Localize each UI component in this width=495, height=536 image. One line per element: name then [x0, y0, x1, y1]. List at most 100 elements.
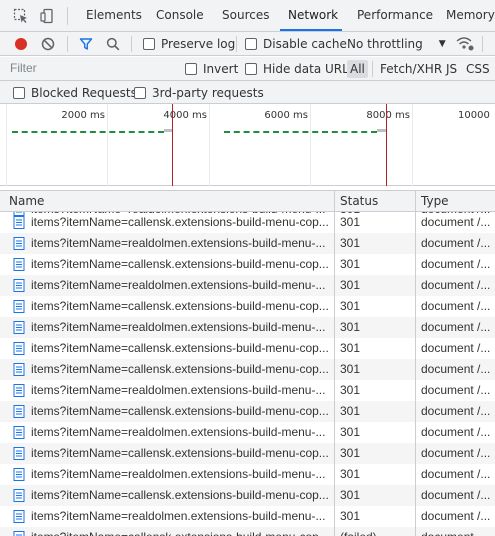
table-row[interactable]: items?itemName=callensk.extensions-build… — [0, 254, 495, 275]
table-row[interactable]: items?itemName=callensk.extensions-build… — [0, 212, 495, 233]
overview-gridline — [412, 104, 413, 186]
tab-elements[interactable]: Elements — [86, 0, 142, 31]
row-name: items?itemName=callensk.extensions-build… — [31, 404, 329, 418]
filter-bar: Invert Hide data URLs All Fetch/XHR JS C… — [0, 57, 495, 81]
row-type: document — [421, 527, 493, 536]
row-type: document /... — [421, 215, 491, 229]
document-icon — [13, 447, 25, 460]
overview-request-bar — [12, 131, 164, 133]
row-status: 301 — [340, 299, 361, 313]
type-filter-css[interactable]: CSS — [463, 60, 493, 78]
overview-tick-label: 8000 ms — [366, 110, 410, 121]
disable-cache-box[interactable] — [245, 38, 257, 50]
timeline-overview[interactable]: 2000 ms 4000 ms 6000 ms 8000 ms 10000 — [0, 104, 495, 186]
hide-data-urls-box[interactable] — [245, 63, 257, 75]
row-name: items?itemName=realdolmen.extensions-bui… — [31, 467, 326, 481]
device-toolbar-icon[interactable] — [39, 8, 55, 24]
type-filter-fetch-xhr[interactable]: Fetch/XHR — [377, 60, 445, 78]
row-status: 301 — [340, 488, 361, 502]
row-status: 301 — [340, 236, 361, 250]
third-party-checkbox[interactable]: 3rd-party requests — [134, 85, 264, 101]
document-icon — [13, 216, 25, 229]
load-event-marker — [386, 104, 387, 186]
column-header-status[interactable]: Status — [335, 191, 378, 212]
row-name: items?itemName=realdolmen.extensions-bui… — [31, 320, 326, 334]
search-icon[interactable] — [106, 37, 120, 54]
overview-tick-label: 2000 ms — [61, 110, 105, 121]
inspect-element-icon[interactable] — [13, 8, 29, 24]
row-name: items?itemName=callensk.extensions-build… — [31, 257, 329, 271]
blocked-requests-label: Blocked Requests — [31, 86, 137, 100]
type-filter-all[interactable]: All — [347, 60, 368, 78]
column-divider[interactable] — [334, 190, 335, 536]
overview-gridline — [6, 104, 7, 186]
table-row[interactable]: items?itemName=realdolmen.extensions-bui… — [0, 422, 495, 443]
table-row[interactable]: items?itemName=realdolmen.extensions-bui… — [0, 380, 495, 401]
row-name: items?itemName=realdolmen.extensions-bui… — [31, 278, 326, 292]
throttling-select[interactable]: No throttling ▼ — [347, 36, 446, 52]
table-row[interactable]: items?itemName=callensk.extensions-build… — [0, 359, 495, 380]
tab-console[interactable]: Console — [156, 0, 204, 31]
table-row[interactable]: items?itemName=callensk.extensions-build… — [0, 401, 495, 422]
overview-request-bar — [224, 131, 377, 133]
table-row[interactable]: items?itemName=realdolmen.extensions-bui… — [0, 464, 495, 485]
preserve-log-box[interactable] — [143, 38, 155, 50]
hide-data-urls-checkbox[interactable]: Hide data URLs — [245, 61, 355, 77]
requests-table-header: Name Status Type — [0, 190, 495, 212]
document-icon — [13, 426, 25, 439]
preserve-log-checkbox[interactable]: Preserve log — [143, 36, 235, 52]
document-icon — [13, 300, 25, 313]
table-row[interactable]: items?itemName=callensk.extensions-build… — [0, 485, 495, 506]
document-icon — [13, 279, 25, 292]
table-row[interactable]: items?itemName=callensk.extensions-build… — [0, 338, 495, 359]
row-type: document /... — [421, 320, 491, 334]
clear-icon[interactable] — [41, 37, 55, 54]
tab-network[interactable]: Network — [288, 0, 338, 31]
row-status: 301 — [340, 467, 361, 481]
row-name: items?itemName=realdolmen.extensions-bui… — [31, 425, 326, 439]
table-row[interactable]: items?itemName=realdolmen.extensions-bui… — [0, 506, 495, 527]
table-row[interactable]: items?itemName=callensk.extensions-build… — [0, 443, 495, 464]
row-type: document /... — [421, 467, 491, 481]
row-type: document /... — [421, 446, 491, 460]
third-party-box[interactable] — [134, 87, 146, 99]
row-status: 301 — [340, 446, 361, 460]
table-row[interactable]: items?itemName=callensk.extensions-build… — [0, 296, 495, 317]
network-conditions-icon[interactable] — [456, 36, 474, 55]
row-name: items?itemName=callensk.extensions-build… — [31, 488, 329, 502]
record-icon[interactable] — [14, 37, 28, 54]
column-header-type[interactable]: Type — [416, 191, 449, 212]
table-row[interactable]: items?itemName=callensk.extensions-build… — [0, 527, 495, 536]
row-status: 301 — [340, 509, 361, 523]
table-row[interactable]: items?itemName=realdolmen.extensions-bui… — [0, 233, 495, 254]
row-name: items?itemName=callensk.extensions-build… — [31, 362, 329, 376]
blocked-requests-box[interactable] — [13, 87, 25, 99]
row-status: 301 — [340, 341, 361, 355]
type-filter-js[interactable]: JS — [443, 60, 460, 78]
document-icon — [13, 384, 25, 397]
invert-checkbox[interactable]: Invert — [185, 61, 238, 77]
disable-cache-checkbox[interactable]: Disable cache — [245, 36, 347, 52]
third-party-label: 3rd-party requests — [152, 86, 264, 100]
overview-request-bar — [377, 129, 386, 132]
table-row[interactable]: items?itemName=realdolmen.extensions-bui… — [0, 275, 495, 296]
tab-memory[interactable]: Memory — [446, 0, 495, 31]
toolbar-divider — [236, 36, 237, 52]
column-divider[interactable] — [415, 190, 416, 536]
tab-performance[interactable]: Performance — [357, 0, 433, 31]
load-event-marker — [172, 104, 173, 186]
column-header-name[interactable]: Name — [4, 191, 44, 212]
row-name: items?itemName=callensk.extensions-build… — [31, 527, 331, 536]
tab-sources[interactable]: Sources — [222, 0, 269, 31]
row-status: 301 — [340, 215, 361, 229]
blocked-requests-checkbox[interactable]: Blocked Requests — [13, 85, 137, 101]
filter-icon[interactable] — [79, 37, 93, 54]
invert-box[interactable] — [185, 63, 197, 75]
filter-input[interactable] — [4, 58, 172, 78]
table-row[interactable]: items?itemName=realdolmen.extensions-bui… — [0, 317, 495, 338]
document-icon — [13, 531, 25, 536]
overview-gridline — [209, 104, 210, 186]
tabbar-divider — [67, 7, 68, 25]
document-icon — [13, 321, 25, 334]
row-type: document /... — [421, 278, 491, 292]
